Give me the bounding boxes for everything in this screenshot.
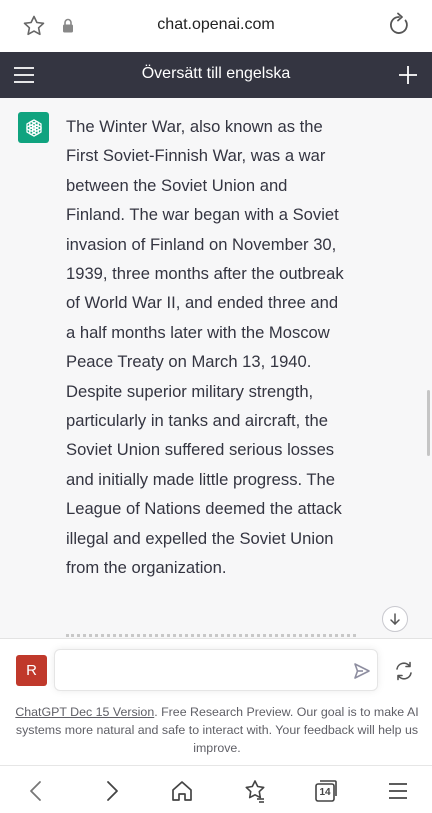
browser-toolbar: 14 bbox=[0, 765, 432, 813]
browser-address-bar: chat.openai.com bbox=[0, 0, 432, 52]
bookmarks-icon[interactable] bbox=[242, 778, 268, 804]
back-icon[interactable] bbox=[24, 778, 50, 804]
url-text[interactable]: chat.openai.com bbox=[0, 16, 432, 34]
disclaimer: ChatGPT Dec 15 Version. Free Research Pr… bbox=[14, 703, 420, 757]
version-link[interactable]: ChatGPT Dec 15 Version bbox=[15, 705, 154, 719]
openai-logo-icon bbox=[25, 118, 42, 137]
home-icon[interactable] bbox=[169, 778, 195, 804]
chatgpt-avatar bbox=[18, 112, 49, 143]
composer: R ChatGPT Dec 15 Version. Free Research … bbox=[0, 638, 432, 764]
scroll-to-bottom-button[interactable] bbox=[382, 606, 408, 632]
app-header: Översätt till engelska bbox=[0, 52, 432, 98]
assistant-message: The Winter War, also known as the First … bbox=[66, 117, 344, 578]
tab-count: 14 bbox=[319, 787, 331, 798]
scrollbar[interactable] bbox=[427, 390, 430, 456]
tabs-button[interactable]: 14 bbox=[313, 778, 339, 804]
send-icon[interactable] bbox=[353, 662, 371, 680]
menu-more-icon[interactable] bbox=[385, 778, 411, 804]
plus-icon[interactable] bbox=[396, 63, 420, 87]
chat-thread[interactable]: The Winter War, also known as the First … bbox=[0, 98, 432, 638]
conversation-title: Översätt till engelska bbox=[141, 65, 291, 82]
regenerate-icon[interactable] bbox=[393, 660, 415, 682]
user-avatar: R bbox=[16, 655, 47, 686]
reload-icon[interactable] bbox=[386, 12, 412, 38]
arrow-down-icon bbox=[390, 613, 400, 625]
prompt-input[interactable] bbox=[65, 658, 325, 684]
forward-icon[interactable] bbox=[98, 778, 124, 804]
prompt-box[interactable] bbox=[54, 649, 378, 691]
